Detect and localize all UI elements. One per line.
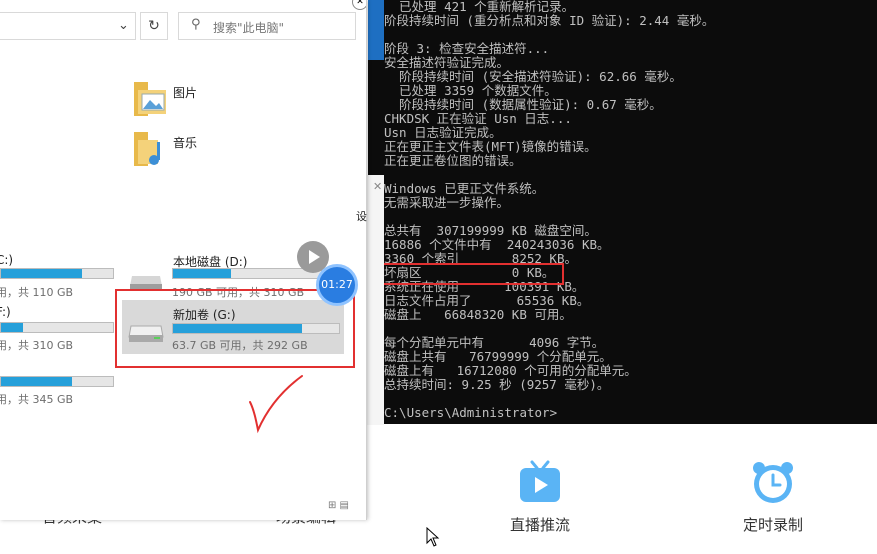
console-line: 磁盘上有 16712080 个可用的分配单元。 — [384, 363, 637, 378]
music-folder-icon — [134, 132, 160, 166]
folder-pictures[interactable] — [132, 80, 168, 122]
drive-c-info: 用，共 110 GB — [0, 286, 74, 299]
toolbar-live-stream[interactable]: 直播推流 — [490, 460, 590, 535]
mouse-cursor-icon — [426, 527, 440, 547]
console-line: 正在更正卷位图的错误。 — [384, 153, 522, 168]
console-line: 阶段持续时间 (数据属性验证): 0.67 毫秒。 — [384, 97, 662, 112]
console-line: 安全描述符验证完成。 — [384, 55, 510, 70]
alarm-clock-icon — [753, 462, 793, 503]
search-placeholder: 搜索"此电脑" — [213, 21, 285, 35]
view-mode-icon[interactable]: ⊞ ▤ — [328, 500, 349, 511]
console-line: 阶段持续时间 (重分析点和对象 ID 验证): 2.44 毫秒。 — [384, 13, 715, 28]
address-bar[interactable] — [0, 12, 136, 40]
console-window-edge — [368, 0, 384, 60]
drive-f-label: F:) — [0, 305, 11, 319]
console-line: 总共有 307199999 KB 磁盘空间。 — [384, 223, 597, 238]
console-line: 磁盘上共有 76799999 个分配单元。 — [384, 349, 612, 364]
bad-sector-highlight — [380, 263, 564, 285]
console-line: CHKDSK 正在验证 Usn 日志... — [384, 111, 572, 126]
toolbar-scheduled-record-label: 定时录制 — [742, 516, 803, 534]
drive-c-usage-fill — [1, 269, 82, 278]
close-icon[interactable]: ✕ — [373, 180, 382, 193]
pictures-folder-icon — [134, 82, 166, 116]
drive-f-info: 用，共 310 GB — [0, 339, 74, 352]
folder-pictures-label: 图片 — [173, 86, 198, 100]
console-line: 每个分配单元中有 4096 字节。 — [384, 335, 605, 350]
console-line: 阶段持续时间 (安全描述符验证): 62.66 毫秒。 — [384, 69, 682, 84]
console-line: C:\Users\Administrator> — [384, 405, 558, 420]
close-button[interactable]: ✕ — [352, 0, 366, 10]
drive-e-usage-bar — [0, 376, 114, 387]
drive-f-usage-bar — [0, 322, 114, 333]
toolbar-live-stream-label: 直播推流 — [509, 516, 570, 534]
drive-c-label: C:) — [0, 253, 14, 267]
console-line: 阶段 3: 检查安全描述符... — [384, 41, 550, 56]
chevron-down-icon[interactable]: ⌄ — [118, 18, 129, 33]
drive-f-usage-fill — [1, 323, 24, 332]
checkmark-annotation — [249, 375, 303, 434]
console-line: 已处理 421 个重新解析记录。 — [384, 0, 575, 14]
console-line: 日志文件占用了 65536 KB。 — [384, 293, 590, 308]
console-line: Usn 日志验证完成。 — [384, 125, 502, 140]
console-line: 已处理 3359 个数据文件。 — [384, 83, 557, 98]
command-prompt-window[interactable]: 已处理 421 个重新解析记录。 阶段持续时间 (重分析点和对象 ID 验证): … — [368, 0, 877, 424]
drive-d-usage-fill — [173, 269, 231, 278]
console-output: 已处理 421 个重新解析记录。 阶段持续时间 (重分析点和对象 ID 验证): … — [368, 0, 877, 420]
console-line: 磁盘上 66848320 KB 可用。 — [384, 307, 572, 322]
toolbar-scheduled-record[interactable]: 定时录制 — [723, 460, 823, 535]
recording-timer[interactable]: 01:27 — [316, 264, 358, 306]
console-line: 16886 个文件中有 240243036 KB。 — [384, 237, 610, 252]
drive-g-highlight — [115, 289, 355, 368]
details-side-panel — [366, 175, 384, 425]
drive-e-info: 用，共 345 GB — [0, 393, 74, 406]
search-input[interactable]: ⚲ 搜索"此电脑" — [178, 12, 356, 40]
console-line: Windows 已更正文件系统。 — [384, 181, 545, 196]
console-line: 总持续时间: 9.25 秒 (9257 毫秒)。 — [384, 377, 610, 392]
drive-c-usage-bar — [0, 268, 114, 279]
live-tv-icon — [520, 460, 560, 502]
folder-music[interactable] — [132, 130, 168, 172]
drive-e-usage-fill — [1, 377, 72, 386]
console-line: 正在更正主文件表(MFT)镜像的错误。 — [384, 139, 597, 154]
refresh-button[interactable]: ↻ — [140, 12, 168, 40]
console-line: 无需采取进一步操作。 — [384, 195, 510, 210]
folder-music-label: 音乐 — [173, 136, 198, 150]
search-icon: ⚲ — [191, 17, 201, 32]
side-panel-text: 设 — [356, 210, 367, 223]
